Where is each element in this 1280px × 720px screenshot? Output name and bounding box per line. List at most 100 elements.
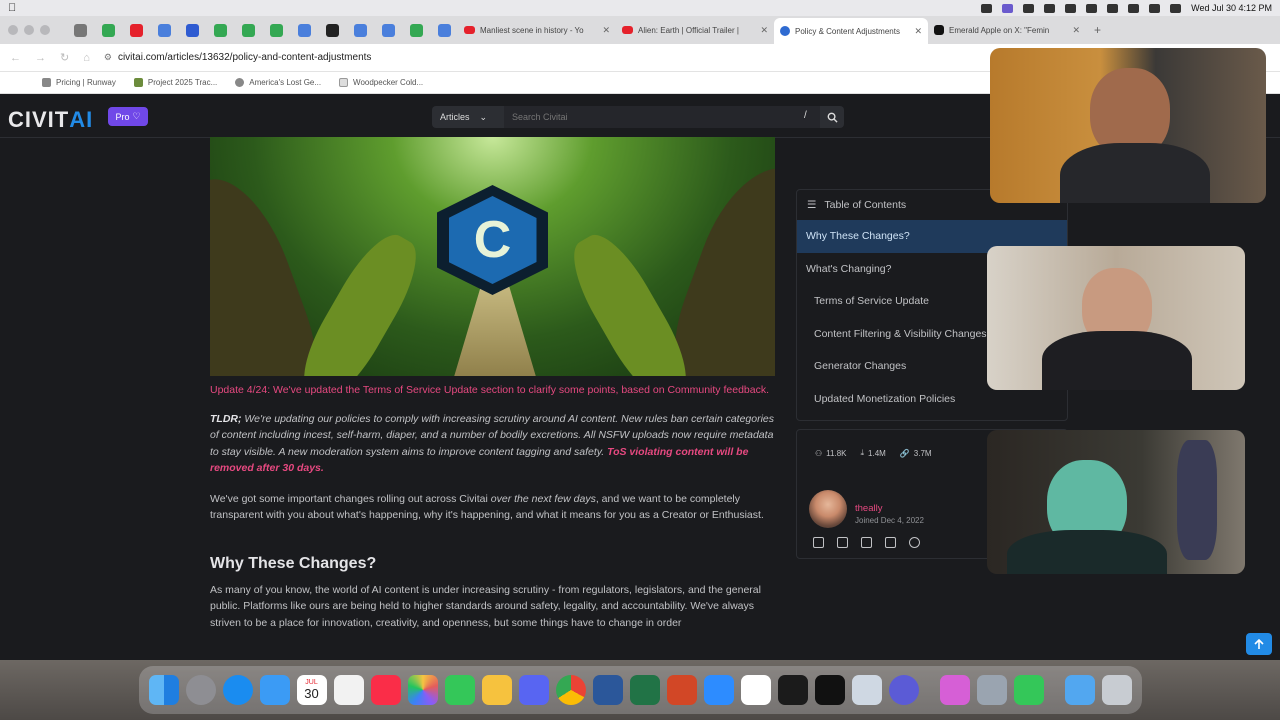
author-username[interactable]: theally <box>855 503 882 514</box>
close-tab-icon[interactable]: ✕ <box>914 26 922 37</box>
tes-icon[interactable] <box>481 675 512 705</box>
photos-icon[interactable] <box>407 675 438 705</box>
pinned-tab[interactable] <box>66 19 94 41</box>
webcam-feed <box>990 48 1266 203</box>
settings-social-icon[interactable] <box>909 537 920 548</box>
search-category-select[interactable]: Articles ⌄ <box>432 106 504 128</box>
search-menubar-icon[interactable] <box>1149 3 1161 13</box>
tab-alien-earth[interactable]: Alien: Earth | Official Trailer | ✕ <box>616 19 774 41</box>
finder-window-icon[interactable] <box>976 675 1007 705</box>
forward-icon[interactable]: → <box>35 52 46 64</box>
author-avatar[interactable] <box>809 490 847 528</box>
article-body: Update 4/24: We've updated the Terms of … <box>210 382 778 631</box>
screen-record-icon[interactable] <box>1002 3 1014 13</box>
powerpoint-icon[interactable] <box>666 675 697 705</box>
apple-tv-icon[interactable] <box>814 675 845 705</box>
x-social-icon[interactable] <box>813 537 824 548</box>
calendar-icon[interactable]: JUL 30 <box>296 675 327 705</box>
pinned-tab[interactable] <box>122 19 150 41</box>
pinned-tab[interactable] <box>262 19 290 41</box>
bookmark-favicon <box>42 78 51 87</box>
pinned-tab[interactable] <box>402 19 430 41</box>
menubar-icon-a[interactable] <box>1023 3 1035 13</box>
bookmark-americas-lost[interactable]: America's Lost Ge... <box>235 78 321 87</box>
app-icon[interactable] <box>888 675 919 705</box>
menubar-icon-c[interactable] <box>1065 3 1077 13</box>
bluetooth-icon[interactable] <box>1086 3 1098 13</box>
youtube-icon <box>622 26 633 34</box>
chrome-icon[interactable] <box>555 675 586 705</box>
preview-icon[interactable] <box>851 675 882 705</box>
pinned-tab[interactable] <box>234 19 262 41</box>
pinned-tab[interactable] <box>346 19 374 41</box>
pinned-tab[interactable] <box>430 19 458 41</box>
tab-policy-content[interactable]: Policy & Content Adjustments ✕ <box>774 18 928 44</box>
github-social-icon[interactable] <box>861 537 872 548</box>
bookmark-project-2025[interactable]: Project 2025 Trac... <box>133 78 217 87</box>
search-input[interactable] <box>504 106 820 128</box>
pinned-tab[interactable] <box>94 19 122 41</box>
pinned-tab[interactable] <box>178 19 206 41</box>
new-tab-button[interactable]: + <box>1094 23 1101 37</box>
music-icon[interactable] <box>370 675 401 705</box>
battery-icon[interactable] <box>1107 3 1119 13</box>
search-shortcut-hint: / <box>804 110 807 121</box>
lexis-menubar-icon[interactable] <box>981 3 993 13</box>
pro-button[interactable]: Pro ♡ <box>108 107 148 126</box>
word-icon[interactable] <box>592 675 623 705</box>
pinned-tab[interactable] <box>318 19 346 41</box>
civitai-logo[interactable]: CIVITAI <box>8 107 93 133</box>
macos-dock: JUL 30 <box>0 660 1280 720</box>
news-icon[interactable] <box>333 675 364 705</box>
x-icon <box>934 25 944 35</box>
pinned-tab[interactable] <box>206 19 234 41</box>
zoom-icon[interactable] <box>703 675 734 705</box>
live-tv-icon[interactable] <box>777 675 808 705</box>
users-icon: ⚇ <box>815 448 823 458</box>
folder-icon[interactable] <box>1064 675 1095 705</box>
app-icon-2[interactable] <box>939 675 970 705</box>
download-icon: ⤓ <box>860 448 865 457</box>
pinned-tab[interactable] <box>374 19 402 41</box>
safari-icon[interactable] <box>222 675 253 705</box>
section-heading: Why These Changes? <box>210 554 377 572</box>
close-tab-icon[interactable]: ✕ <box>1072 25 1080 36</box>
bookmark-pricing-runway[interactable]: Pricing | Runway <box>42 78 116 87</box>
back-icon[interactable]: ← <box>10 52 21 64</box>
menubar-clock[interactable]: Wed Jul 30 4:12 PM <box>1191 3 1272 13</box>
site-info-icon[interactable]: ⚙ <box>104 52 112 63</box>
home-icon[interactable]: ⌂ <box>83 52 90 64</box>
video-social-icon[interactable] <box>837 537 848 548</box>
facetime-icon[interactable] <box>1013 675 1044 705</box>
webcam-feed <box>987 430 1245 574</box>
url-field[interactable]: ⚙ civitai.com/articles/13632/policy-and-… <box>104 52 372 63</box>
reload-icon[interactable]: ↻ <box>60 51 69 64</box>
excel-icon[interactable] <box>629 675 660 705</box>
discord-icon[interactable] <box>518 675 549 705</box>
close-tab-icon[interactable]: ✕ <box>760 25 768 36</box>
pinned-tab[interactable] <box>150 19 178 41</box>
wifi-icon[interactable] <box>1128 3 1140 13</box>
system-settings-icon[interactable] <box>185 675 216 705</box>
apple-icon[interactable]:  <box>8 2 16 14</box>
bookmark-woodpecker[interactable]: Woodpecker Cold... <box>339 78 423 87</box>
finder-icon[interactable] <box>148 675 179 705</box>
menubar-icon-b[interactable] <box>1044 3 1056 13</box>
github-social-icon-2[interactable] <box>885 537 896 548</box>
scroll-to-top-button[interactable] <box>1246 633 1272 655</box>
pinned-tab[interactable] <box>290 19 318 41</box>
tab-emerald-apple[interactable]: Emerald Apple on X: "Femin ✕ <box>928 19 1086 41</box>
article-cover-image: C <box>210 137 775 376</box>
tab-manliest-scene[interactable]: Manliest scene in history - Yo ✕ <box>458 19 616 41</box>
lexis-icon[interactable] <box>740 675 771 705</box>
window-controls[interactable] <box>8 25 50 35</box>
trash-icon[interactable] <box>1101 675 1132 705</box>
search-button[interactable] <box>820 106 844 128</box>
control-center-icon[interactable] <box>1170 3 1182 13</box>
messages-icon[interactable] <box>444 675 475 705</box>
section-paragraph: As many of you know, the world of AI con… <box>210 583 761 629</box>
close-tab-icon[interactable]: ✕ <box>602 25 610 36</box>
civitai-emblem-icon: C <box>437 185 548 295</box>
update-note: Update 4/24: We've updated the Terms of … <box>210 384 770 396</box>
mail-icon[interactable] <box>259 675 290 705</box>
